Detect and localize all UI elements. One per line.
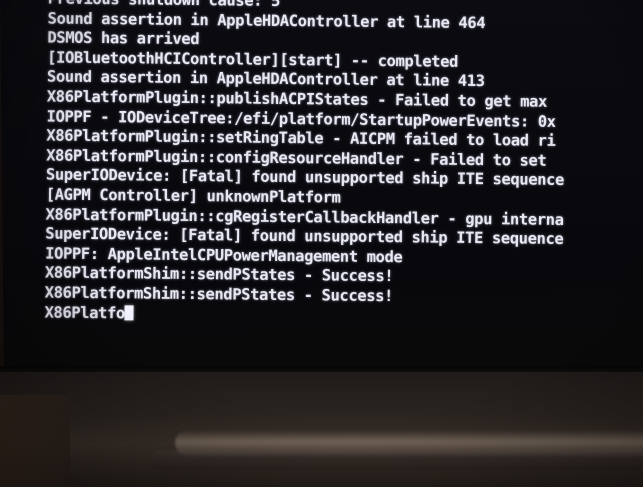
hinge-reflection (175, 430, 643, 456)
current-input-text: X86Platfo (44, 302, 125, 322)
text-cursor (124, 304, 134, 320)
desk-surface (0, 395, 70, 487)
boot-log: Previous shutdown cause: 5 Sound asserti… (44, 0, 643, 330)
boot-screen: Previous shutdown cause: 5 Sound asserti… (0, 0, 643, 382)
laptop-screen-photo: Previous shutdown cause: 5 Sound asserti… (0, 0, 643, 487)
